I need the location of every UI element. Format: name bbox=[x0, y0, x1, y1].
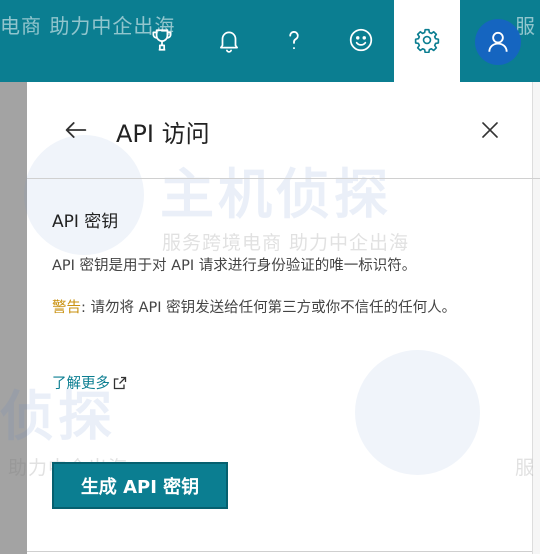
trophy-icon[interactable] bbox=[144, 22, 180, 58]
header-divider bbox=[27, 178, 540, 179]
learn-more-link[interactable]: 了解更多 bbox=[52, 372, 128, 393]
external-link-icon bbox=[113, 376, 127, 389]
arrow-left-icon bbox=[65, 122, 87, 138]
help-icon[interactable] bbox=[276, 22, 312, 58]
panel-title: API 访问 bbox=[116, 120, 210, 148]
learn-more-label: 了解更多 bbox=[52, 376, 110, 392]
back-button[interactable] bbox=[58, 112, 94, 148]
background-edge bbox=[532, 82, 540, 554]
section-title: API 密钥 bbox=[52, 212, 119, 232]
api-key-description: API 密钥是用于对 API 请求进行身份验证的唯一标识符。 bbox=[52, 258, 417, 274]
warning-message: 警告: 请勿将 API 密钥发送给任何第三方或你不信任的任何人。 bbox=[52, 296, 520, 320]
bell-icon[interactable] bbox=[211, 22, 247, 58]
user-icon bbox=[488, 31, 508, 52]
smiley-icon[interactable] bbox=[343, 22, 379, 58]
generate-api-key-button[interactable]: 生成 API 密钥 bbox=[52, 462, 228, 509]
user-avatar[interactable] bbox=[475, 19, 521, 65]
warning-text: : 请勿将 API 密钥发送给任何第三方或你不信任的任何人。 bbox=[81, 300, 457, 316]
warning-label: 警告 bbox=[52, 300, 81, 316]
close-button[interactable] bbox=[472, 112, 508, 148]
panel-border bbox=[27, 551, 532, 552]
gear-icon[interactable] bbox=[409, 22, 445, 58]
background-overlay bbox=[0, 82, 27, 554]
close-icon bbox=[482, 122, 498, 138]
